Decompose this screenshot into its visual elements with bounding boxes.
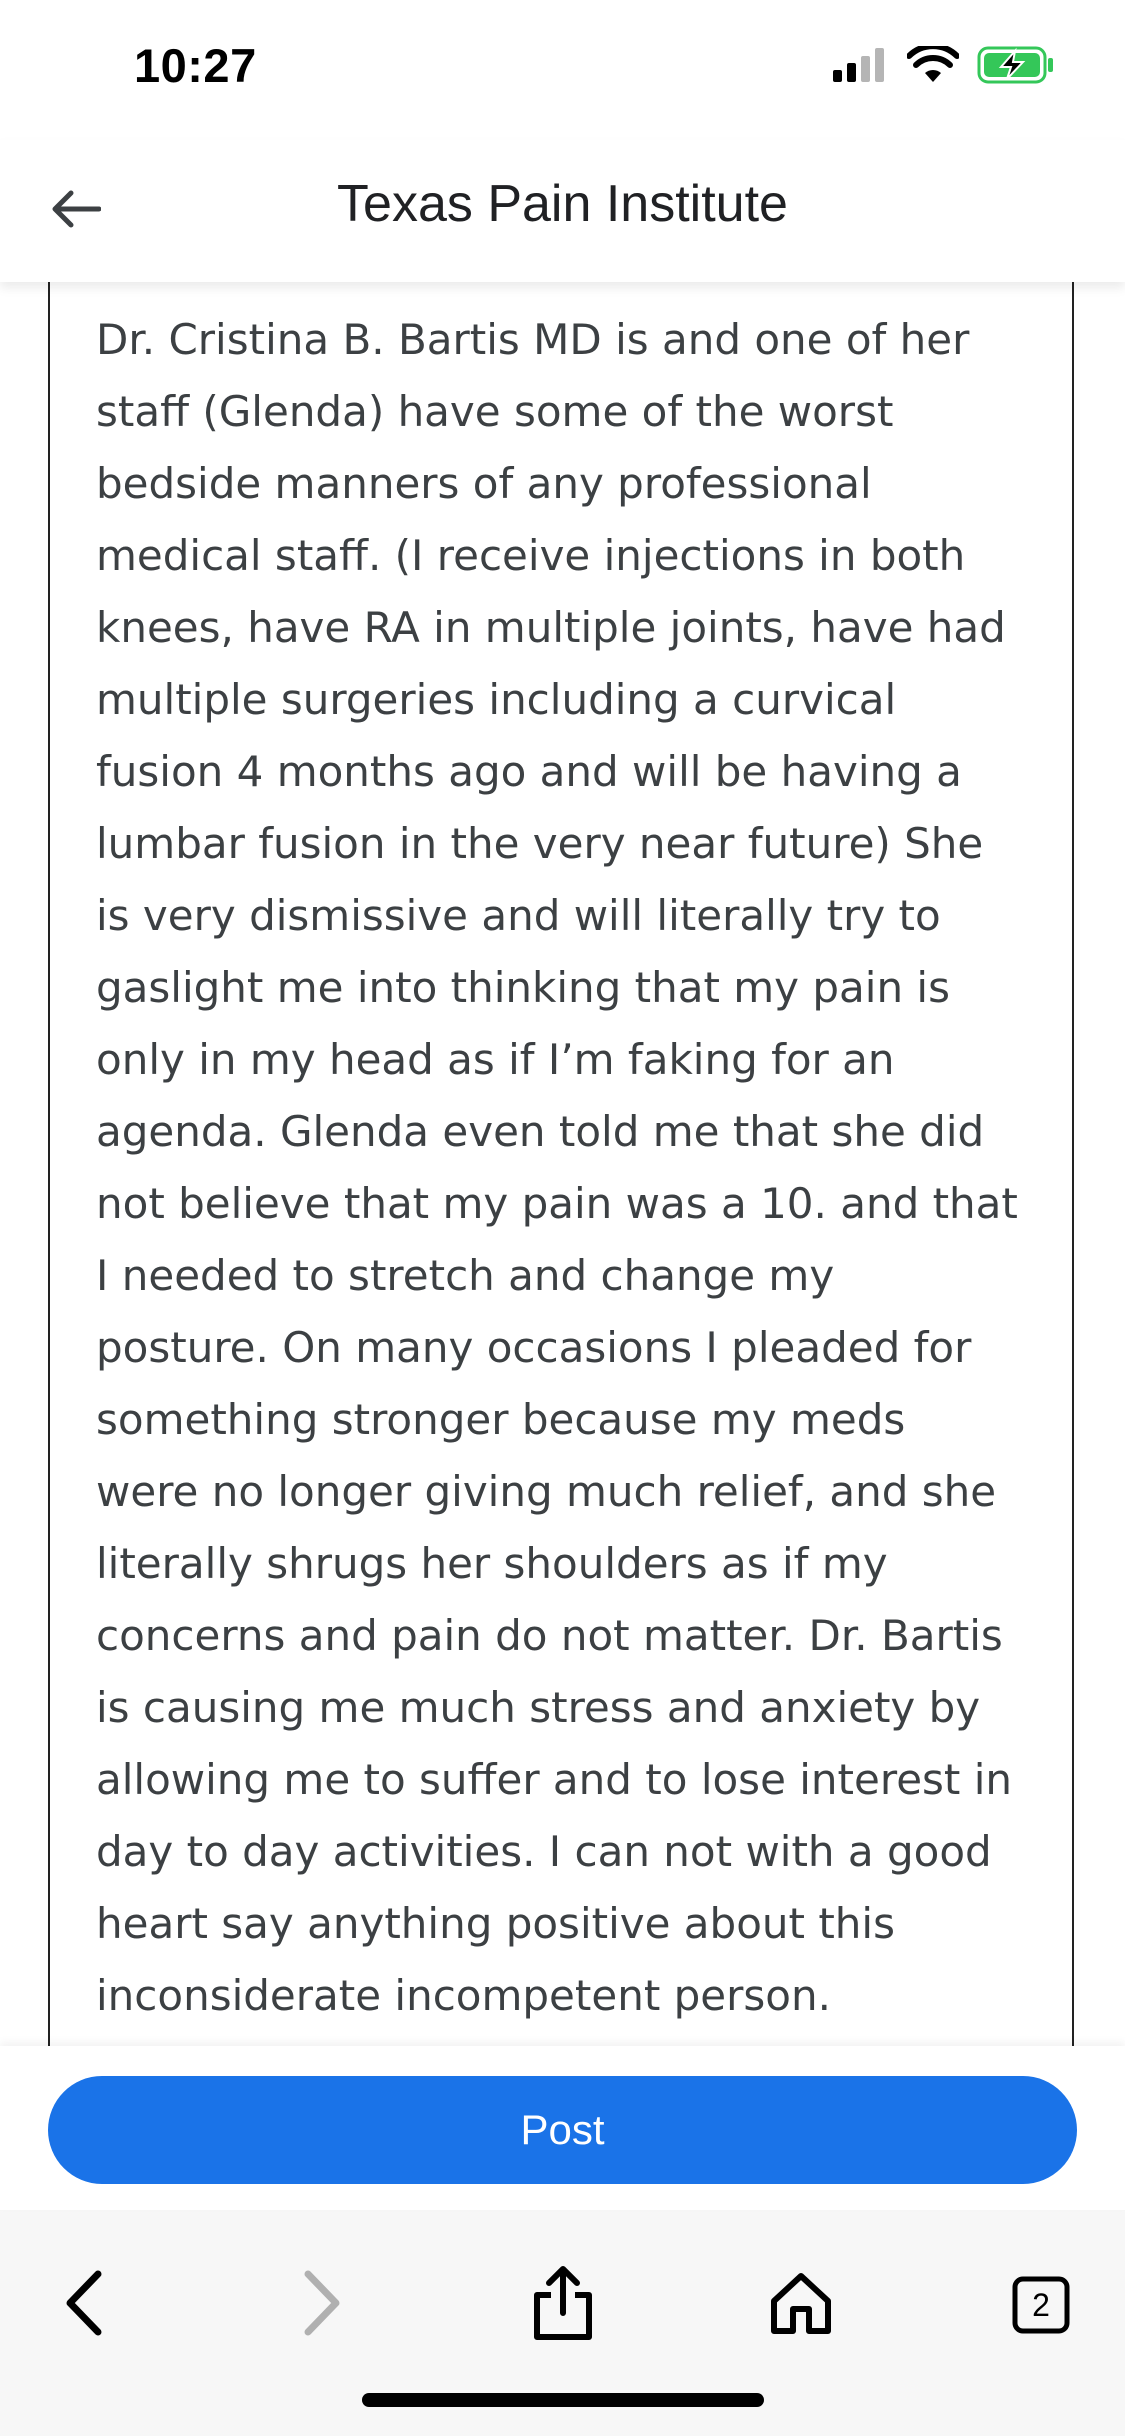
status-icons [833, 43, 1055, 89]
forward-chevron-icon [298, 2268, 348, 2343]
tab-count: 2 [1032, 2286, 1050, 2323]
action-panel: Post [0, 2046, 1125, 2210]
status-bar: 10:27 [0, 0, 1125, 140]
tabs-button[interactable]: 2 [996, 2260, 1086, 2350]
post-button[interactable]: Post [48, 2076, 1077, 2184]
tabs-icon: 2 [1012, 2276, 1070, 2334]
signal-icon [833, 48, 889, 87]
browser-forward-button[interactable] [278, 2260, 368, 2350]
page-header: Texas Pain Institute [0, 140, 1125, 282]
review-textarea[interactable]: Dr. Cristina B. Bartis MD is and one of … [48, 282, 1074, 2046]
home-button[interactable] [756, 2260, 846, 2350]
status-time: 10:27 [134, 39, 257, 92]
home-indicator[interactable] [362, 2393, 764, 2407]
home-icon [769, 2271, 833, 2340]
share-button[interactable] [518, 2260, 608, 2350]
browser-back-button[interactable] [38, 2260, 128, 2350]
share-icon [531, 2265, 595, 2346]
back-chevron-icon [58, 2268, 108, 2343]
battery-charging-icon [977, 46, 1055, 89]
page-title: Texas Pain Institute [337, 175, 788, 233]
review-text[interactable]: Dr. Cristina B. Bartis MD is and one of … [96, 304, 1056, 2032]
wifi-icon [906, 43, 960, 89]
